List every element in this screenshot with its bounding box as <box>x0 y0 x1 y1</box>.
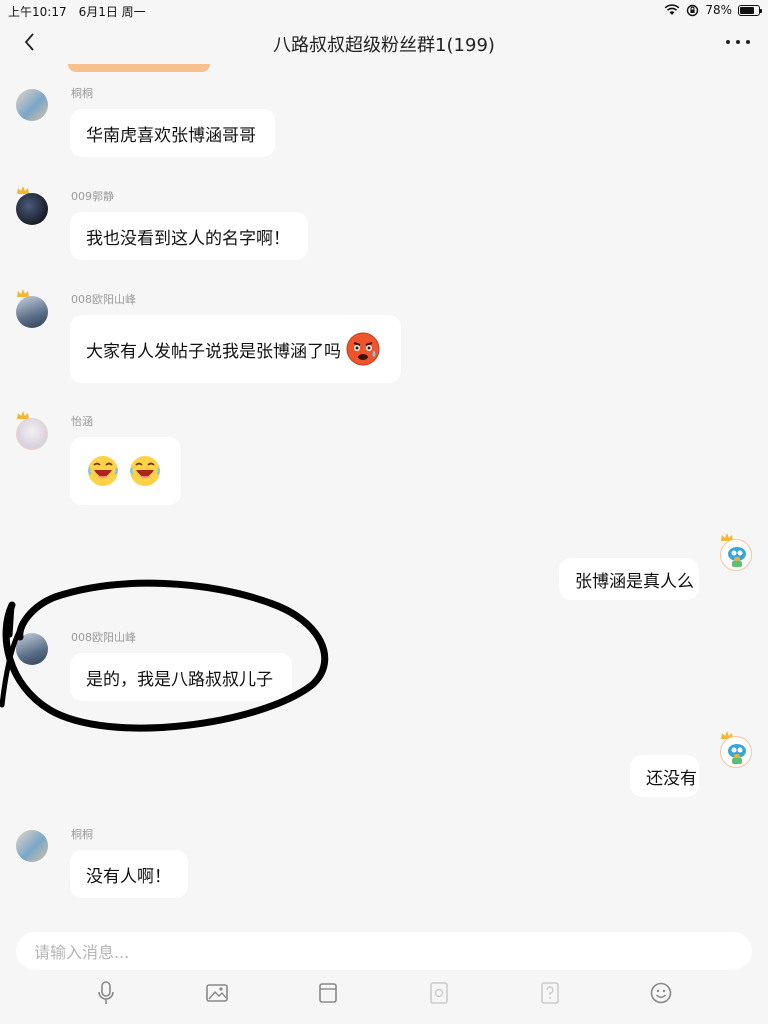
message-bubble[interactable]: 我也没看到这人的名字啊！ <box>70 212 308 260</box>
robot-avatar-icon <box>728 744 746 764</box>
more-button[interactable] <box>726 28 750 56</box>
nav-bar: 八路叔叔超级粉丝群1(199) <box>0 22 768 64</box>
avatar[interactable] <box>16 633 48 665</box>
question-button[interactable] <box>536 978 564 1008</box>
input-placeholder: 请输入消息... <box>34 943 130 962</box>
cup-icon <box>319 983 337 1003</box>
status-time: 上午10:17 <box>8 5 67 19</box>
more-dot <box>726 40 730 44</box>
avatar[interactable] <box>16 89 48 121</box>
message-text: 没有人啊！ <box>86 866 171 887</box>
gift-button[interactable] <box>425 978 453 1008</box>
sender-name: 桐桐 <box>71 87 93 100</box>
sender-name: 008欧阳山峰 <box>71 631 136 644</box>
image-button[interactable] <box>203 978 231 1008</box>
message-bubble[interactable]: 大家有人发帖子说我是张博涵了吗 <box>70 315 401 383</box>
microphone-icon <box>98 981 114 1004</box>
message-bubble[interactable]: 是的，我是八路叔叔儿子 <box>70 653 292 701</box>
page-title: 八路叔叔超级粉丝群1(199) <box>273 35 495 56</box>
sender-name: 009郭静 <box>71 190 114 203</box>
message-text: 还没有 <box>646 768 697 789</box>
emoji-icon <box>650 982 672 1004</box>
message-bubble[interactable]: 还没有 <box>630 755 699 797</box>
avatar-self[interactable] <box>720 736 752 768</box>
previous-bubble-edge <box>68 64 210 72</box>
robot-avatar-icon <box>728 547 746 567</box>
message-text: 华南虎喜欢张博涵哥哥 <box>86 125 256 146</box>
status-date: 6月1日 周一 <box>78 5 146 19</box>
message-text: 我也没看到这人的名字啊！ <box>86 228 290 249</box>
battery-percent: 78% <box>705 3 732 17</box>
question-icon <box>541 982 559 1004</box>
sweat-face-icon <box>346 332 380 366</box>
message-input[interactable]: 请输入消息... <box>16 932 752 970</box>
cup-button[interactable] <box>314 978 342 1008</box>
avatar[interactable] <box>16 296 48 328</box>
emoji-button[interactable] <box>647 978 675 1008</box>
gift-icon <box>430 982 448 1004</box>
laughing-face-icon <box>88 456 118 486</box>
message-bubble[interactable]: 华南虎喜欢张博涵哥哥 <box>70 109 275 157</box>
message-bubble[interactable]: 没有人啊！ <box>70 850 188 898</box>
battery-fill <box>740 6 755 14</box>
rotation-lock-icon <box>687 4 699 16</box>
more-dot <box>736 40 740 44</box>
status-bar: 上午10:17 6月1日 周一 78% <box>0 0 768 22</box>
message-text: 张博涵是真人么 <box>575 571 694 592</box>
more-dot <box>746 40 750 44</box>
battery-icon <box>738 4 762 16</box>
sender-name: 怡涵 <box>71 415 93 428</box>
voice-button[interactable] <box>92 978 120 1008</box>
message-text: 是的，我是八路叔叔儿子 <box>86 669 273 690</box>
message-bubble[interactable] <box>70 437 181 505</box>
laughing-face-icon <box>130 456 160 486</box>
status-right: 78% <box>664 3 762 17</box>
input-toolbar <box>0 978 768 1008</box>
sender-name: 008欧阳山峰 <box>71 293 136 306</box>
avatar-self[interactable] <box>720 539 752 571</box>
wifi-icon <box>664 4 680 15</box>
avatar[interactable] <box>16 418 48 450</box>
status-left: 上午10:17 6月1日 周一 <box>8 3 158 20</box>
image-icon <box>206 984 228 1002</box>
message-text: 大家有人发帖子说我是张博涵了吗 <box>86 341 341 362</box>
avatar[interactable] <box>16 830 48 862</box>
message-bubble[interactable]: 张博涵是真人么 <box>559 558 699 600</box>
sender-name: 桐桐 <box>71 828 93 841</box>
avatar[interactable] <box>16 193 48 225</box>
